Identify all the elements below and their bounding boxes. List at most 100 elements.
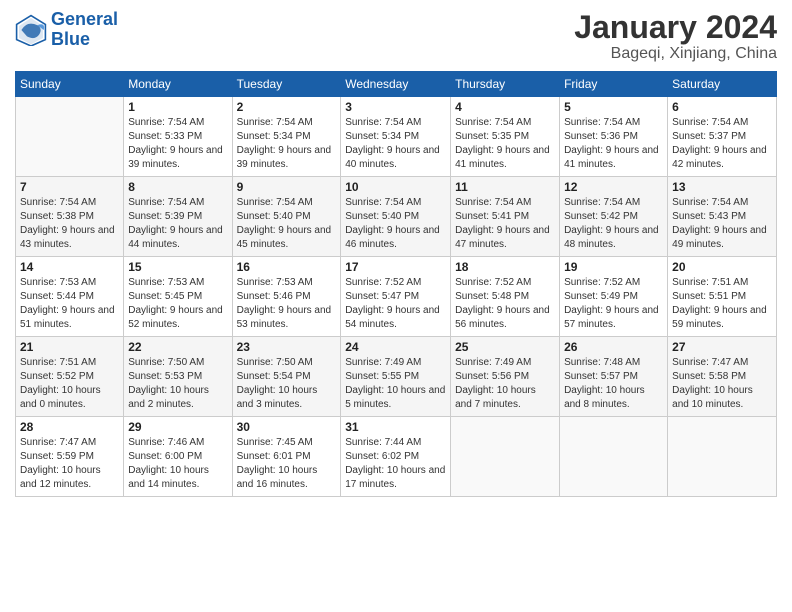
day-info: Sunrise: 7:53 AM Sunset: 5:44 PM Dayligh… [20, 276, 119, 332]
calendar-week-row: 1 Sunrise: 7:54 AM Sunset: 5:33 PM Daylig… [16, 97, 777, 177]
header: General Blue January 2024 Bageqi, Xinjia… [15, 10, 777, 63]
day-number: 19 [564, 260, 663, 274]
day-info: Sunrise: 7:53 AM Sunset: 5:46 PM Dayligh… [237, 276, 337, 332]
calendar-day-cell: 21 Sunrise: 7:51 AM Sunset: 5:52 PM Dayli… [16, 337, 124, 417]
location: Bageqi, Xinjiang, China [574, 45, 777, 63]
weekday-header: Tuesday [232, 72, 341, 97]
calendar-day-cell: 9 Sunrise: 7:54 AM Sunset: 5:40 PM Daylig… [232, 177, 341, 257]
day-number: 12 [564, 180, 663, 194]
day-number: 9 [237, 180, 337, 194]
day-info: Sunrise: 7:54 AM Sunset: 5:40 PM Dayligh… [345, 196, 446, 252]
calendar-table: SundayMondayTuesdayWednesdayThursdayFrid… [15, 71, 777, 497]
calendar-day-cell: 6 Sunrise: 7:54 AM Sunset: 5:37 PM Daylig… [668, 97, 777, 177]
day-number: 11 [455, 180, 555, 194]
calendar-day-cell: 20 Sunrise: 7:51 AM Sunset: 5:51 PM Dayli… [668, 257, 777, 337]
day-info: Sunrise: 7:51 AM Sunset: 5:52 PM Dayligh… [20, 356, 119, 412]
calendar-day-cell: 11 Sunrise: 7:54 AM Sunset: 5:41 PM Dayli… [451, 177, 560, 257]
day-number: 26 [564, 340, 663, 354]
day-info: Sunrise: 7:54 AM Sunset: 5:33 PM Dayligh… [128, 116, 227, 172]
weekday-header-row: SundayMondayTuesdayWednesdayThursdayFrid… [16, 72, 777, 97]
calendar-day-cell: 2 Sunrise: 7:54 AM Sunset: 5:34 PM Daylig… [232, 97, 341, 177]
calendar-day-cell: 23Sunrise: 7:50 AM Sunset: 5:54 PM Dayli… [232, 337, 341, 417]
calendar-week-row: 14 Sunrise: 7:53 AM Sunset: 5:44 PM Dayli… [16, 257, 777, 337]
day-number: 24 [345, 340, 446, 354]
day-number: 14 [20, 260, 119, 274]
calendar-day-cell: 27Sunrise: 7:47 AM Sunset: 5:58 PM Dayli… [668, 337, 777, 417]
day-info: Sunrise: 7:54 AM Sunset: 5:35 PM Dayligh… [455, 116, 555, 172]
calendar-day-cell: 7 Sunrise: 7:54 AM Sunset: 5:38 PM Daylig… [16, 177, 124, 257]
day-number: 5 [564, 100, 663, 114]
day-number: 8 [128, 180, 227, 194]
logo: General Blue [15, 10, 118, 50]
day-number: 22 [128, 340, 227, 354]
day-number: 15 [128, 260, 227, 274]
calendar-day-cell: 25 Sunrise: 7:49 AM Sunset: 5:56 PM Dayli… [451, 337, 560, 417]
calendar-day-cell: 5Sunrise: 7:54 AM Sunset: 5:36 PM Daylig… [560, 97, 668, 177]
day-number: 7 [20, 180, 119, 194]
calendar-day-cell: 30 Sunrise: 7:45 AM Sunset: 6:01 PM Dayli… [232, 417, 341, 497]
calendar-day-cell: 10 Sunrise: 7:54 AM Sunset: 5:40 PM Dayli… [341, 177, 451, 257]
calendar-day-cell: 24 Sunrise: 7:49 AM Sunset: 5:55 PM Dayli… [341, 337, 451, 417]
day-info: Sunrise: 7:54 AM Sunset: 5:34 PM Dayligh… [345, 116, 446, 172]
calendar-day-cell: 3 Sunrise: 7:54 AM Sunset: 5:34 PM Daylig… [341, 97, 451, 177]
calendar-day-cell: 28 Sunrise: 7:47 AM Sunset: 5:59 PM Dayli… [16, 417, 124, 497]
day-info: Sunrise: 7:48 AM Sunset: 5:57 PM Dayligh… [564, 356, 663, 412]
day-info: Sunrise: 7:54 AM Sunset: 5:34 PM Dayligh… [237, 116, 337, 172]
day-info: Sunrise: 7:52 AM Sunset: 5:47 PM Dayligh… [345, 276, 446, 332]
month-title: January 2024 [574, 10, 777, 45]
day-info: Sunrise: 7:54 AM Sunset: 5:40 PM Dayligh… [237, 196, 337, 252]
day-info: Sunrise: 7:47 AM Sunset: 5:59 PM Dayligh… [20, 436, 119, 492]
calendar-day-cell: 4Sunrise: 7:54 AM Sunset: 5:35 PM Daylig… [451, 97, 560, 177]
calendar-day-cell: 29Sunrise: 7:46 AM Sunset: 6:00 PM Dayli… [124, 417, 232, 497]
day-info: Sunrise: 7:49 AM Sunset: 5:56 PM Dayligh… [455, 356, 555, 412]
day-number: 1 [128, 100, 227, 114]
title-block: January 2024 Bageqi, Xinjiang, China [574, 10, 777, 63]
calendar-day-cell: 14 Sunrise: 7:53 AM Sunset: 5:44 PM Dayli… [16, 257, 124, 337]
day-info: Sunrise: 7:54 AM Sunset: 5:41 PM Dayligh… [455, 196, 555, 252]
day-number: 10 [345, 180, 446, 194]
day-info: Sunrise: 7:53 AM Sunset: 5:45 PM Dayligh… [128, 276, 227, 332]
calendar-day-cell: 16 Sunrise: 7:53 AM Sunset: 5:46 PM Dayli… [232, 257, 341, 337]
day-info: Sunrise: 7:50 AM Sunset: 5:53 PM Dayligh… [128, 356, 227, 412]
day-info: Sunrise: 7:44 AM Sunset: 6:02 PM Dayligh… [345, 436, 446, 492]
day-number: 28 [20, 420, 119, 434]
calendar-day-cell: 17 Sunrise: 7:52 AM Sunset: 5:47 PM Dayli… [341, 257, 451, 337]
calendar-day-cell: 15 Sunrise: 7:53 AM Sunset: 5:45 PM Dayli… [124, 257, 232, 337]
day-number: 31 [345, 420, 446, 434]
day-info: Sunrise: 7:46 AM Sunset: 6:00 PM Dayligh… [128, 436, 227, 492]
calendar-day-cell: 26 Sunrise: 7:48 AM Sunset: 5:57 PM Dayli… [560, 337, 668, 417]
day-info: Sunrise: 7:45 AM Sunset: 6:01 PM Dayligh… [237, 436, 337, 492]
day-number: 30 [237, 420, 337, 434]
day-info: Sunrise: 7:54 AM Sunset: 5:38 PM Dayligh… [20, 196, 119, 252]
weekday-header: Wednesday [341, 72, 451, 97]
day-info: Sunrise: 7:51 AM Sunset: 5:51 PM Dayligh… [672, 276, 772, 332]
day-number: 20 [672, 260, 772, 274]
weekday-header: Thursday [451, 72, 560, 97]
page-container: General Blue January 2024 Bageqi, Xinjia… [0, 0, 792, 612]
day-info: Sunrise: 7:54 AM Sunset: 5:43 PM Dayligh… [672, 196, 772, 252]
calendar-day-cell [451, 417, 560, 497]
day-number: 6 [672, 100, 772, 114]
weekday-header: Sunday [16, 72, 124, 97]
day-info: Sunrise: 7:49 AM Sunset: 5:55 PM Dayligh… [345, 356, 446, 412]
day-info: Sunrise: 7:50 AM Sunset: 5:54 PM Dayligh… [237, 356, 337, 412]
calendar-week-row: 21 Sunrise: 7:51 AM Sunset: 5:52 PM Dayli… [16, 337, 777, 417]
day-number: 27 [672, 340, 772, 354]
day-info: Sunrise: 7:52 AM Sunset: 5:49 PM Dayligh… [564, 276, 663, 332]
calendar-day-cell: 12 Sunrise: 7:54 AM Sunset: 5:42 PM Dayli… [560, 177, 668, 257]
logo-icon [15, 14, 47, 46]
day-number: 2 [237, 100, 337, 114]
day-info: Sunrise: 7:54 AM Sunset: 5:42 PM Dayligh… [564, 196, 663, 252]
calendar-day-cell: 13Sunrise: 7:54 AM Sunset: 5:43 PM Dayli… [668, 177, 777, 257]
day-number: 3 [345, 100, 446, 114]
day-number: 21 [20, 340, 119, 354]
day-number: 17 [345, 260, 446, 274]
day-number: 25 [455, 340, 555, 354]
day-number: 16 [237, 260, 337, 274]
day-info: Sunrise: 7:54 AM Sunset: 5:37 PM Dayligh… [672, 116, 772, 172]
calendar-day-cell: 31 Sunrise: 7:44 AM Sunset: 6:02 PM Dayli… [341, 417, 451, 497]
calendar-day-cell: 18Sunrise: 7:52 AM Sunset: 5:48 PM Dayli… [451, 257, 560, 337]
weekday-header: Saturday [668, 72, 777, 97]
calendar-week-row: 7 Sunrise: 7:54 AM Sunset: 5:38 PM Daylig… [16, 177, 777, 257]
calendar-day-cell [16, 97, 124, 177]
